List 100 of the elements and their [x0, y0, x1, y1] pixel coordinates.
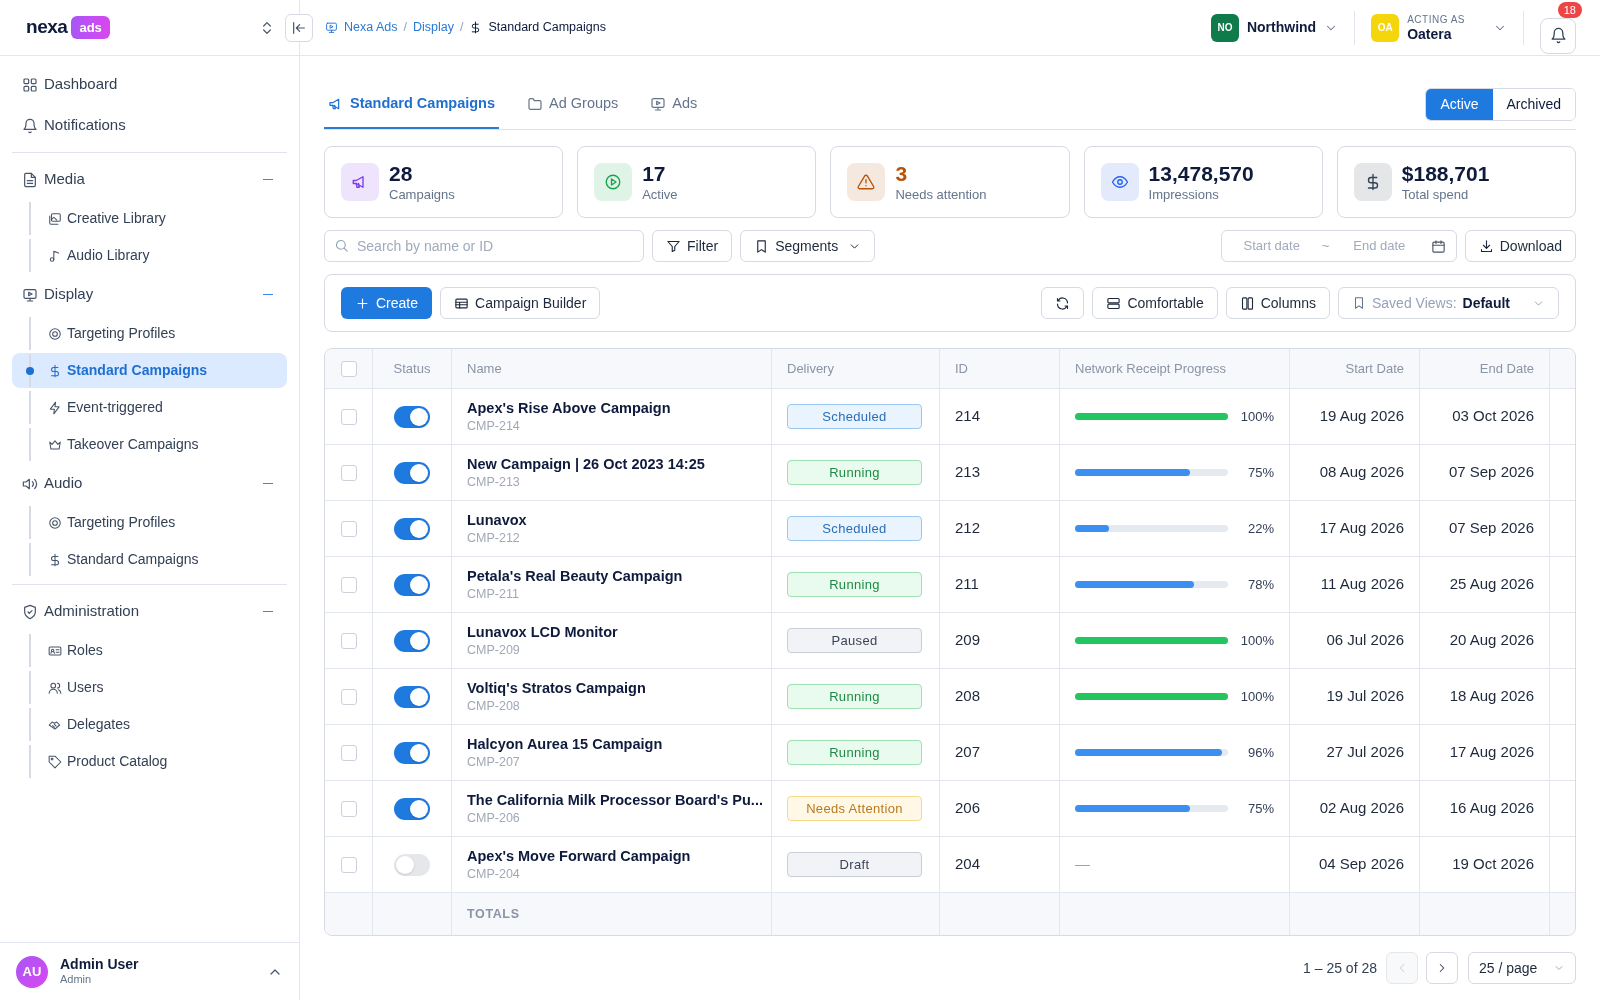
status-toggle[interactable]: [394, 741, 430, 764]
create-button[interactable]: Create: [341, 287, 433, 319]
nav-item[interactable]: Standard Campaigns: [12, 353, 287, 388]
checkbox[interactable]: [340, 408, 357, 425]
status-toggle[interactable]: [394, 853, 430, 876]
checkbox[interactable]: [340, 520, 357, 537]
minus-icon[interactable]: [263, 178, 273, 181]
totals-label: TOTALS: [467, 905, 520, 923]
segments-dropdown[interactable]: Segments: [740, 230, 876, 262]
filter-button[interactable]: Filter: [652, 230, 733, 262]
saved-views-dropdown[interactable]: Saved Views: Default: [1337, 287, 1559, 319]
table-cell-text: 19 Jul 2026: [1326, 686, 1404, 707]
nav-section[interactable]: Administration: [12, 591, 287, 632]
page-size-dropdown[interactable]: 25 / page: [1468, 952, 1576, 984]
search-field[interactable]: Search by name or ID: [324, 230, 644, 262]
nav-item[interactable]: Product Catalog: [12, 744, 287, 779]
stat-value: 3: [895, 160, 909, 187]
campaign-name[interactable]: Apex's Move Forward Campaign: [467, 846, 691, 865]
progress-reading: 78%: [1246, 575, 1274, 594]
table-cell-text: 07 Sep 2026: [1448, 518, 1534, 539]
tab[interactable]: Ads: [646, 81, 702, 129]
stat-value: $188,701: [1401, 160, 1490, 187]
nav-item[interactable]: Notifications: [12, 105, 287, 146]
breadcrumb-separator: /: [460, 19, 464, 37]
download-button[interactable]: Download: [1464, 230, 1576, 262]
minus-icon[interactable]: [263, 610, 273, 613]
campaign-name[interactable]: The California Milk Processor Board's Pu...: [467, 790, 763, 809]
breadcrumb-current: Standard Campaigns: [488, 19, 606, 37]
nav-item[interactable]: Creative Library: [12, 201, 287, 236]
nav-item[interactable]: Delegates: [12, 707, 287, 742]
users-icon: [48, 680, 62, 695]
stat-label: Total spend: [1401, 187, 1470, 204]
nav-section[interactable]: Display: [12, 274, 287, 315]
checkbox[interactable]: [340, 688, 357, 705]
campaign-builder-button[interactable]: Campaign Builder: [440, 287, 601, 319]
minus-icon[interactable]: [263, 482, 273, 485]
play-icon: [604, 173, 623, 191]
brand-name: nexa: [26, 15, 68, 40]
nav-section[interactable]: Audio: [12, 463, 287, 504]
delivery-status-badge: Running: [787, 460, 922, 485]
acting-as-selector[interactable]: OA ACTING AS Oatera: [1371, 13, 1507, 42]
table-cell-text: 207: [955, 742, 981, 763]
saved-views-label: Saved Views:: [1371, 293, 1457, 313]
minus-icon[interactable]: [263, 293, 273, 296]
dollar-icon: [48, 552, 62, 567]
checkbox[interactable]: [340, 360, 357, 377]
nav-item[interactable]: Dashboard: [12, 64, 287, 105]
nav-item[interactable]: Users: [12, 670, 287, 705]
table-cell-text: 27 Jul 2026: [1326, 742, 1404, 763]
start-date-field[interactable]: Start date: [1231, 236, 1312, 256]
nav-item[interactable]: Takeover Campaigns: [12, 427, 287, 462]
stat-label: Impressions: [1148, 187, 1220, 204]
campaign-name[interactable]: Apex's Rise Above Campaign: [467, 398, 671, 417]
nav-item[interactable]: Targeting Profiles: [12, 316, 287, 351]
tab[interactable]: Ad Groups: [523, 81, 623, 129]
end-date-field[interactable]: End date: [1339, 236, 1420, 256]
dashboard-icon: [22, 76, 38, 93]
checkbox[interactable]: [340, 800, 357, 817]
status-toggle[interactable]: [394, 797, 430, 820]
breadcrumb-link[interactable]: Nexa Ads: [344, 18, 398, 37]
nav-item[interactable]: Roles: [12, 633, 287, 668]
tab[interactable]: Standard Campaigns: [324, 81, 500, 129]
nav-item[interactable]: Targeting Profiles: [12, 505, 287, 540]
campaign-name[interactable]: Lunavox LCD Monitor: [467, 622, 618, 641]
nav-item[interactable]: Audio Library: [12, 238, 287, 273]
status-toggle[interactable]: [394, 573, 430, 596]
checkbox[interactable]: [340, 744, 357, 761]
status-toggle[interactable]: [394, 461, 430, 484]
campaign-name[interactable]: Lunavox: [467, 510, 527, 529]
status-toggle[interactable]: [394, 517, 430, 540]
status-toggle[interactable]: [394, 685, 430, 708]
table-cell-text: 18 Aug 2026: [1449, 686, 1534, 707]
nav-item[interactable]: Event-triggered: [12, 390, 287, 425]
checkbox[interactable]: [340, 576, 357, 593]
density-button[interactable]: Comfortable: [1092, 287, 1218, 319]
progress-reading: 75%: [1246, 799, 1274, 818]
refresh-button[interactable]: [1041, 287, 1085, 319]
columns-button[interactable]: Columns: [1225, 287, 1330, 319]
calendar-icon: [1430, 238, 1446, 254]
nav-section[interactable]: Media: [12, 159, 287, 200]
eye-icon: [1110, 173, 1129, 191]
checkbox[interactable]: [340, 856, 357, 873]
checkbox[interactable]: [340, 464, 357, 481]
table-cell-text: 211: [955, 574, 979, 595]
campaign-name[interactable]: Voltiq's Stratos Campaign: [467, 678, 646, 697]
nav-item[interactable]: Standard Campaigns: [12, 542, 287, 577]
progress-reading: 75%: [1246, 463, 1274, 482]
status-toggle[interactable]: [394, 629, 430, 652]
saved-views-value: Default: [1462, 293, 1510, 313]
campaign-name[interactable]: Halcyon Aurea 15 Campaign: [467, 734, 663, 753]
org-selector[interactable]: NO Northwind: [1210, 13, 1339, 42]
checkbox[interactable]: [340, 632, 357, 649]
table-cell-text: 19 Aug 2026: [1319, 406, 1404, 427]
campaign-name[interactable]: New Campaign | 26 Oct 2023 14:25: [467, 454, 705, 473]
table-cell-text: 08 Aug 2026: [1319, 462, 1404, 483]
campaign-name[interactable]: Petala's Real Beauty Campaign: [467, 566, 683, 585]
breadcrumb-link[interactable]: Display: [413, 18, 454, 37]
collapse-sidebar-button[interactable]: [285, 13, 313, 42]
status-toggle[interactable]: [394, 405, 430, 428]
segment-button[interactable]: Active: [1426, 89, 1493, 120]
